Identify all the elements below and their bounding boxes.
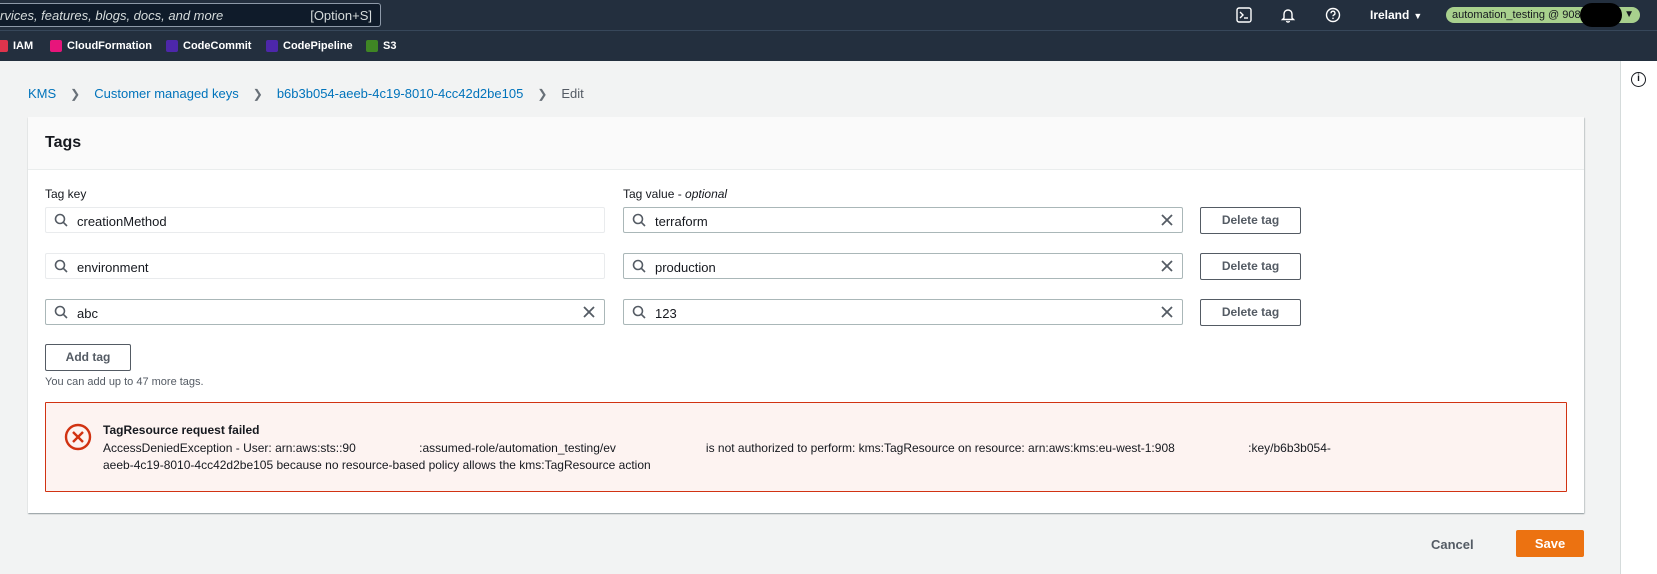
favorite-codecommit[interactable]: CodeCommit [166, 40, 251, 52]
codecommit-icon [166, 40, 178, 52]
region-label: Ireland [1370, 8, 1410, 22]
alert-message-line: AccessDeniedException - User: arn:aws:st… [103, 441, 1331, 455]
tag-value-label: Tag value - optional [623, 187, 728, 201]
favorite-label: S3 [383, 40, 397, 52]
tags-panel: Tags Tag key Tag value - optional creati… [28, 117, 1584, 513]
tag-key-value: abc [77, 306, 98, 321]
account-menu[interactable]: automation_testing @ 908 ▼ [1446, 3, 1640, 27]
tag-key-input[interactable]: environment [45, 253, 605, 279]
favorite-label: CodeCommit [183, 40, 252, 52]
caret-down-icon: ▼ [1624, 9, 1634, 20]
search-icon [54, 213, 68, 227]
account-label: automation_testing @ 908 [1452, 9, 1581, 21]
favorite-label: CloudFormation [67, 40, 152, 52]
help-icon[interactable] [1324, 6, 1342, 24]
error-alert: TagResource request failed AccessDeniedE… [45, 402, 1567, 492]
favorite-s3[interactable]: S3 [366, 40, 396, 52]
tag-limit-hint: You can add up to 47 more tags. [45, 376, 204, 388]
info-icon[interactable]: i [1631, 72, 1646, 87]
alert-message-line: aeeb-4c19-8010-4cc42d2be105 because no r… [103, 458, 651, 472]
tag-key-value: creationMethod [77, 214, 167, 229]
favorite-cloudformation[interactable]: CloudFormation [50, 40, 152, 52]
tag-key-input[interactable]: abc [45, 299, 605, 325]
breadcrumb-kms[interactable]: KMS [28, 86, 56, 101]
tag-value-value: terraform [655, 214, 708, 229]
caret-down-icon: ▼ [1413, 11, 1423, 21]
delete-tag-button[interactable]: Delete tag [1200, 207, 1301, 234]
tag-key-label: Tag key [45, 187, 87, 201]
search-icon [632, 305, 646, 319]
error-icon [64, 423, 92, 451]
breadcrumb-customer-managed-keys[interactable]: Customer managed keys [94, 86, 239, 101]
panel-title: Tags [45, 134, 82, 151]
save-button[interactable]: Save [1516, 530, 1584, 557]
top-navigation: rvices, features, blogs, docs, and more … [0, 0, 1657, 30]
tag-value-value: production [655, 260, 716, 275]
delete-tag-button[interactable]: Delete tag [1200, 253, 1301, 280]
search-icon [54, 305, 68, 319]
chevron-right-icon: ❯ [537, 86, 548, 101]
favorite-label: IAM [13, 40, 34, 52]
panel-header: Tags [28, 117, 1584, 170]
search-icon [632, 213, 646, 227]
search-icon [632, 259, 646, 273]
chevron-right-icon: ❯ [252, 86, 263, 101]
alert-message: AccessDeniedException - User: arn:aws:st… [103, 440, 1423, 474]
tag-value-input[interactable]: 123 [623, 299, 1183, 325]
favorites-bar: IAM CloudFormation CodeCommit CodePipeli… [0, 30, 1657, 61]
add-tag-button[interactable]: Add tag [45, 344, 131, 371]
cancel-button[interactable]: Cancel [1431, 537, 1474, 552]
chevron-right-icon: ❯ [70, 86, 81, 101]
codepipeline-icon [266, 40, 278, 52]
region-selector[interactable]: Ireland ▼ [1370, 8, 1422, 22]
search-input[interactable]: rvices, features, blogs, docs, and more … [0, 3, 381, 27]
cloudformation-icon [50, 40, 62, 52]
alert-title: TagResource request failed [103, 423, 260, 437]
favorite-iam[interactable]: IAM [0, 40, 33, 52]
breadcrumb: KMS ❯ Customer managed keys ❯ b6b3b054-a… [28, 86, 584, 101]
tag-value-value: 123 [655, 306, 677, 321]
s3-icon [366, 40, 378, 52]
tag-value-input[interactable]: production [623, 253, 1183, 279]
favorite-label: CodePipeline [283, 40, 353, 52]
clear-icon[interactable] [1160, 305, 1174, 319]
iam-icon [0, 40, 8, 52]
search-icon [54, 259, 68, 273]
tag-key-value: environment [77, 260, 149, 275]
tools-panel-rail [1620, 61, 1657, 574]
tag-value-input[interactable]: terraform [623, 207, 1183, 233]
tag-key-input[interactable]: creationMethod [45, 207, 605, 233]
breadcrumb-current: Edit [561, 86, 584, 101]
breadcrumb-key-id[interactable]: b6b3b054-aeeb-4c19-8010-4cc42d2be105 [277, 86, 524, 101]
favorite-codepipeline[interactable]: CodePipeline [266, 40, 353, 52]
clear-icon[interactable] [1160, 213, 1174, 227]
cloudshell-icon[interactable] [1235, 6, 1253, 24]
clear-icon[interactable] [1160, 259, 1174, 273]
search-placeholder: rvices, features, blogs, docs, and more [0, 8, 224, 23]
delete-tag-button[interactable]: Delete tag [1200, 299, 1301, 326]
search-shortcut: [Option+S] [310, 8, 372, 23]
bell-icon[interactable] [1279, 6, 1297, 24]
clear-icon[interactable] [582, 305, 596, 319]
redaction-mask [1580, 3, 1622, 27]
